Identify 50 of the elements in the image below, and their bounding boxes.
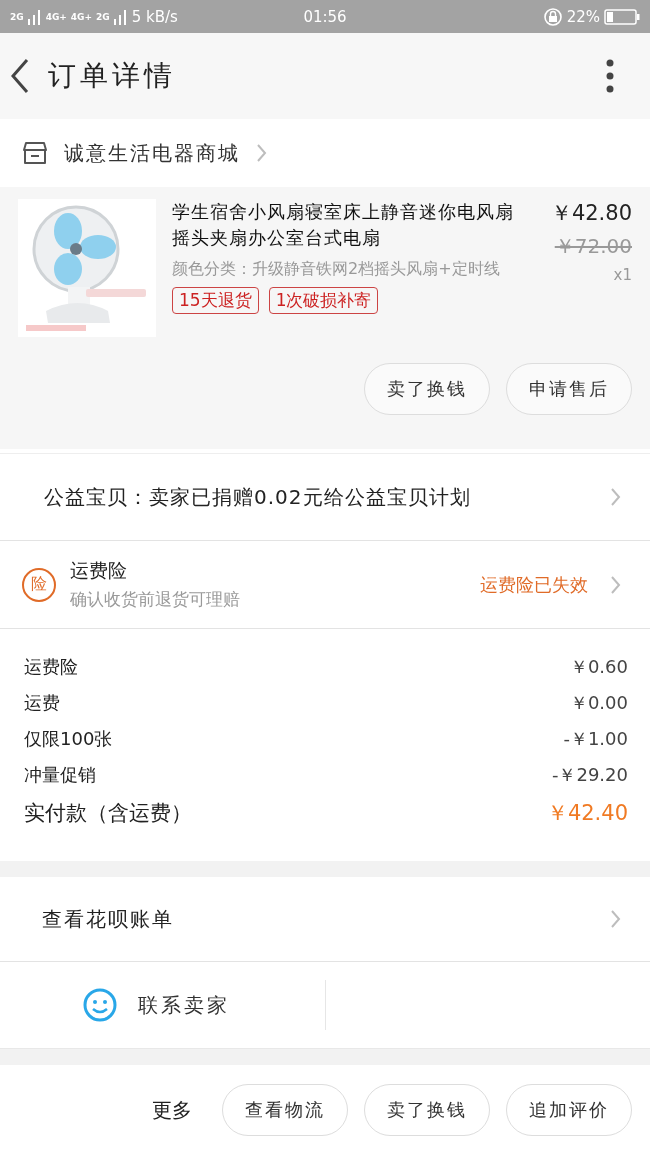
store-icon <box>22 141 48 165</box>
action-button[interactable]: 申请售后 <box>506 363 632 415</box>
signal-icon <box>27 8 42 25</box>
page-title: 订单详情 <box>48 58 177 94</box>
signal-icon <box>113 8 128 25</box>
shop-name: 诚意生活电器商城 <box>64 139 240 167</box>
clock-time: 01:56 <box>303 7 347 26</box>
price-label: 运费险 <box>24 655 78 679</box>
charity-text: 公益宝贝：卖家已捐赠0.02元给公益宝贝计划 <box>43 483 472 511</box>
product-price: ￥42.80 <box>549 200 632 227</box>
price-value: -￥29.20 <box>551 763 628 787</box>
price-label: 实付款（含运费） <box>24 800 192 827</box>
contact-seller-button[interactable]: 联系卖家 <box>0 980 326 1030</box>
chevron-right-icon <box>610 909 622 929</box>
bill-text: 查看花呗账单 <box>41 905 175 933</box>
service-tag: 15天退货 <box>172 287 259 314</box>
network-label: 4G+ <box>45 11 67 22</box>
charity-row[interactable]: 公益宝贝：卖家已捐赠0.02元给公益宝贝计划 <box>0 453 650 541</box>
chat-face-icon <box>82 987 118 1023</box>
price-label: 仅限100张 <box>24 727 113 751</box>
network-speed: 5 kB/s <box>131 7 178 26</box>
chevron-right-icon <box>256 143 268 163</box>
insurance-icon: 险 <box>22 567 56 602</box>
price-label: 冲量促销 <box>24 763 96 787</box>
quantity: x1 <box>612 266 632 284</box>
original-price: ￥72.00 <box>553 233 632 260</box>
chevron-right-icon <box>610 574 622 595</box>
insurance-subtitle: 确认收货前退货可理赔 <box>70 588 241 611</box>
network-label: 2G <box>10 11 24 22</box>
battery-percent: 22% <box>566 7 600 26</box>
price-value: ￥0.60 <box>569 655 628 679</box>
more-label: 更多 <box>152 1096 192 1124</box>
action-button[interactable]: 查看物流 <box>222 1084 348 1136</box>
action-button[interactable]: 卖了换钱 <box>364 363 490 415</box>
service-tag: 1次破损补寄 <box>268 287 379 314</box>
insurance-title: 运费险 <box>70 558 128 583</box>
product-title[interactable]: 学生宿舍小风扇寝室床上静音迷你电风扇摇头夹扇办公室台式电扇 <box>172 199 526 251</box>
price-value: ￥42.40 <box>546 800 628 827</box>
action-button[interactable]: 卖了换钱 <box>364 1084 490 1136</box>
price-value: -￥1.00 <box>563 727 628 751</box>
insurance-status: 运费险已失效 <box>480 572 588 597</box>
product-variant: 颜色分类：升级静音铁网2档摇头风扇+定时线 <box>172 258 501 280</box>
battery-icon <box>604 8 640 25</box>
network-label: 2G <box>96 11 110 22</box>
price-label: 运费 <box>24 691 60 715</box>
rotation-lock-icon <box>542 6 563 27</box>
price-value: ￥0.00 <box>569 691 628 715</box>
network-label: 4G+ <box>70 11 93 22</box>
chevron-right-icon <box>610 487 622 507</box>
action-button[interactable]: 追加评价 <box>506 1084 632 1136</box>
